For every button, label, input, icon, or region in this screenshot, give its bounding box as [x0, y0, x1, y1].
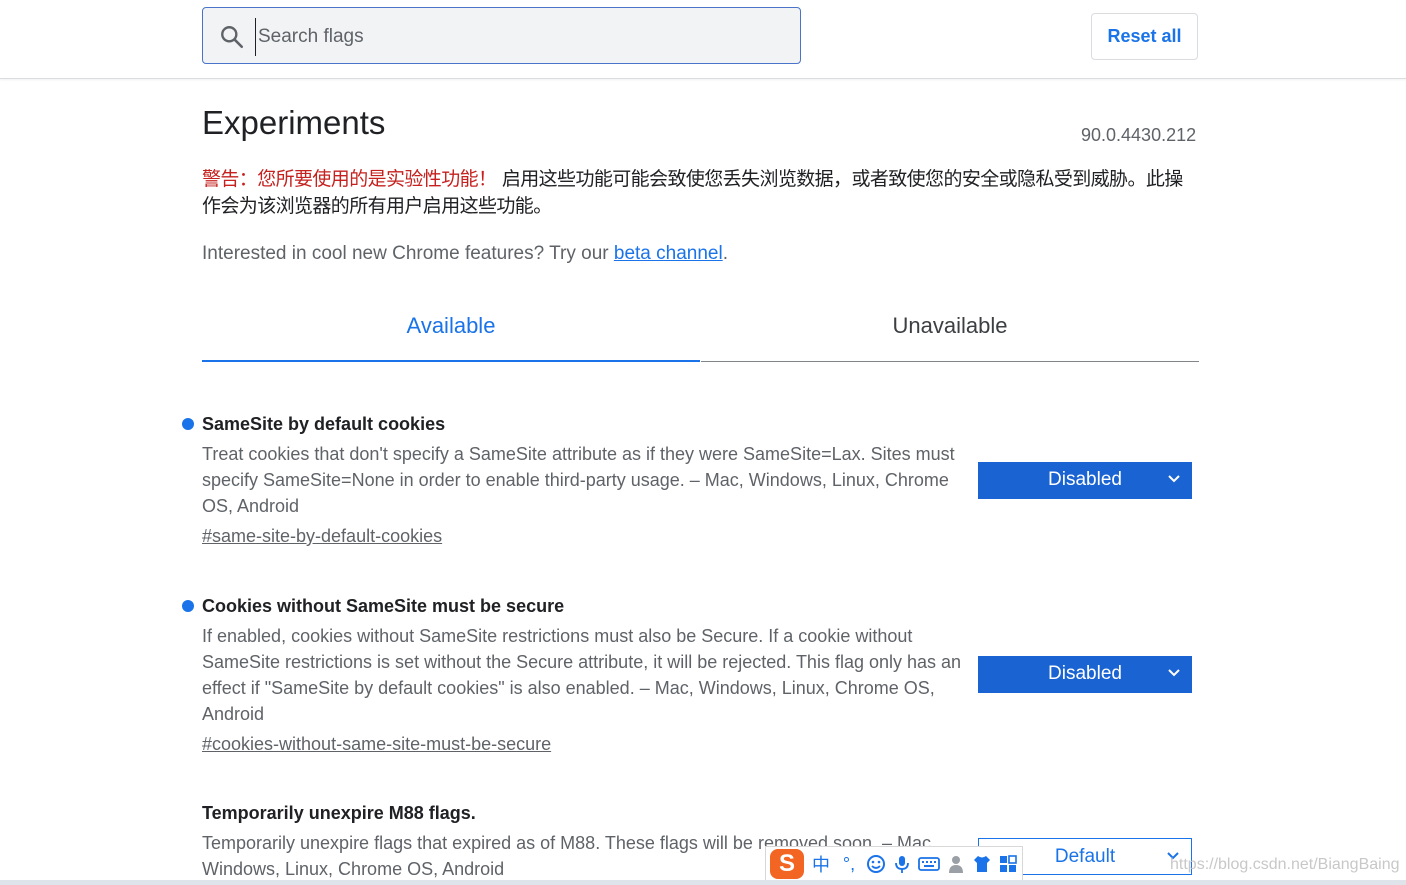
version-label: 90.0.4430.212 [1081, 125, 1197, 145]
modified-indicator-dot [182, 418, 194, 430]
flag-item: SameSite by default cookies Treat cookie… [182, 411, 972, 549]
flag-item: Cookies without SameSite must be secure … [182, 593, 972, 757]
ime-mode-toggle[interactable]: 中 [810, 851, 832, 877]
chevron-down-icon [1168, 475, 1180, 483]
microphone-icon[interactable] [892, 854, 912, 874]
beta-channel-link[interactable]: beta channel [614, 243, 723, 264]
header-bar: Reset all [0, 0, 1406, 79]
promo-prefix: Interested in cool new Chrome features? … [202, 243, 614, 264]
shirt-icon[interactable] [972, 854, 992, 874]
flag-title: SameSite by default cookies [202, 414, 446, 434]
flag-title: Temporarily unexpire M88 flags. [202, 803, 476, 823]
ime-punctuation-toggle[interactable]: °, [838, 854, 860, 875]
keyboard-icon[interactable] [918, 854, 940, 874]
tab-available[interactable]: Available [202, 300, 700, 362]
search-icon [221, 26, 244, 49]
promo-suffix: . [722, 243, 728, 264]
flag-permalink[interactable]: #cookies-without-same-site-must-be-secur… [202, 731, 551, 757]
flag-select-value: Disabled [1048, 663, 1122, 684]
chevron-down-icon [1168, 669, 1180, 677]
warning-label: 警告：您所要使用的是实验性功能！ [202, 168, 497, 190]
flag-select-value: Disabled [1048, 469, 1122, 490]
flag-description: Treat cookies that don't specify a SameS… [202, 444, 955, 516]
warning-message: 警告：您所要使用的是实验性功能！ 启用这些功能可能会致使您丢失浏览数据，或者致使… [202, 166, 1198, 220]
search-input[interactable] [255, 18, 790, 56]
flag-permalink[interactable]: #same-site-by-default-cookies [202, 523, 442, 549]
tab-unavailable[interactable]: Unavailable [701, 300, 1199, 362]
flag-select[interactable]: Disabled [978, 462, 1192, 499]
promo-text: Interested in cool new Chrome features? … [202, 243, 728, 265]
watermark: https://blog.csdn.net/BiangBaing [1170, 856, 1400, 873]
user-icon[interactable] [946, 854, 966, 874]
ime-logo-icon[interactable]: S [770, 849, 804, 879]
flag-select[interactable]: Disabled [978, 656, 1192, 693]
ime-toolbar: S 中 °, [765, 846, 1023, 882]
tab-bar: Available Unavailable [202, 300, 1199, 362]
horizontal-scrollbar[interactable] [0, 880, 1406, 885]
search-box[interactable] [202, 7, 801, 64]
grid-icon[interactable] [998, 854, 1018, 874]
flag-description: If enabled, cookies without SameSite res… [202, 626, 962, 724]
reset-all-button[interactable]: Reset all [1091, 13, 1198, 60]
page-title: Experiments [202, 104, 386, 141]
smiley-icon[interactable] [866, 854, 886, 874]
modified-indicator-dot [182, 600, 194, 612]
flag-select-value: Default [1054, 846, 1116, 867]
flag-title: Cookies without SameSite must be secure [202, 596, 565, 616]
